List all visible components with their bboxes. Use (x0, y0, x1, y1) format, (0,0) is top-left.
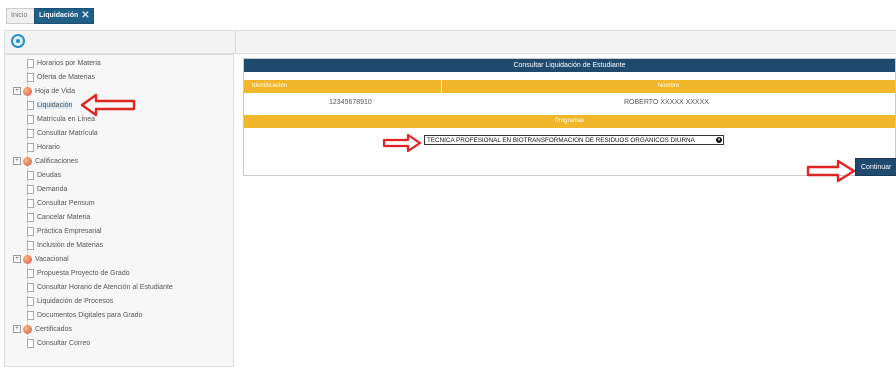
chevron-down-icon: ▾ (716, 137, 722, 143)
program-select-value: TECNICA PROFESIONAL EN BIOTRANSFORMACION… (427, 137, 695, 144)
programas-header: Programas (244, 115, 895, 128)
document-icon (27, 198, 34, 208)
document-icon (27, 128, 34, 138)
arrow-right-icon (806, 159, 856, 183)
sidebar-item[interactable]: + Certificados (13, 324, 72, 336)
document-icon (27, 282, 34, 292)
sidebar-item-label: Liquidación (37, 102, 73, 109)
expand-icon[interactable]: + (13, 87, 21, 96)
document-icon (27, 142, 34, 152)
document-icon (27, 212, 34, 222)
sidebar-item[interactable]: Horarios por Materia (27, 58, 101, 70)
sidebar-item-label: Horario (37, 144, 60, 151)
column-header-identificacion: Identificación (244, 80, 441, 93)
sidebar-item-label: Oferta de Materias (37, 74, 95, 81)
sidebar-item[interactable]: Inclusión de Materias (27, 240, 103, 252)
sidebar-item-label: Práctica Empresarial (37, 228, 102, 235)
sidebar-item-label: Certificados (35, 326, 72, 333)
document-icon (27, 114, 34, 124)
sidebar-item[interactable]: Oferta de Materias (27, 72, 95, 84)
sidebar-item[interactable]: Liquidación (27, 100, 73, 112)
folder-icon (23, 254, 32, 264)
sidebar-item[interactable]: Propuesta Proyecto de Grado (27, 268, 130, 280)
nombre-value: ROBERTO XXXXX XXXXX (624, 99, 709, 106)
expand-icon[interactable]: + (13, 325, 21, 334)
sidebar-item-label: Matrícula en Línea (37, 116, 95, 123)
sidebar-item-label: Calificaciones (35, 158, 79, 165)
sidebar-item[interactable]: Consultar Horario de Atención al Estudia… (27, 282, 173, 294)
document-icon (27, 240, 34, 250)
sidebar-item-label: Propuesta Proyecto de Grado (37, 270, 130, 277)
document-icon (27, 310, 34, 320)
sidebar-item-label: Liquidación de Procesos (37, 298, 114, 305)
column-header-nombre: Nombre (442, 80, 895, 93)
arrow-left-icon (80, 93, 136, 117)
sidebar-item[interactable]: Consultar Correo (27, 338, 90, 350)
document-icon (27, 184, 34, 194)
sidebar-item[interactable]: + Calificaciones (13, 156, 78, 168)
tab-bar: Inicio Liquidación ✕ (0, 0, 896, 28)
main-toolbar (236, 30, 896, 54)
sidebar-item-label: Cancelar Materia (37, 214, 91, 221)
sidebar-item-label: Vacacional (35, 256, 69, 263)
document-icon (27, 58, 34, 68)
identificacion-value: 12345678910 (329, 99, 372, 106)
sidebar-item[interactable]: Deudas (27, 170, 61, 182)
sidebar-item[interactable]: Liquidación de Procesos (27, 296, 113, 308)
sidebar-item-label: Consultar Horario de Atención al Estudia… (37, 284, 173, 291)
document-icon (27, 100, 34, 110)
sidebar-item-label: Consultar Matrícula (37, 130, 98, 137)
tab-liquidacion-label: Liquidación (39, 12, 79, 19)
sidebar-item[interactable]: Práctica Empresarial (27, 226, 102, 238)
folder-icon (23, 86, 32, 96)
sidebar-item-label: Consultar Correo (37, 340, 91, 347)
folder-icon (23, 324, 32, 334)
document-icon (27, 170, 34, 180)
sidebar-item[interactable]: + Hoja de Vida (13, 86, 75, 98)
refresh-icon[interactable] (11, 34, 25, 48)
expand-icon[interactable]: + (13, 255, 21, 264)
document-icon (27, 226, 34, 236)
program-select[interactable]: TECNICA PROFESIONAL EN BIOTRANSFORMACION… (424, 135, 724, 145)
tab-liquidacion[interactable]: Liquidación ✕ (34, 8, 94, 24)
document-icon (27, 72, 34, 82)
sidebar-item[interactable]: Consultar Matrícula (27, 128, 98, 140)
panel-title: Consultar Liquidación de Estudiante (244, 59, 895, 72)
document-icon (27, 296, 34, 306)
sidebar-item[interactable]: + Vacacional (13, 254, 69, 266)
folder-icon (23, 156, 32, 166)
sidebar-item[interactable]: Cancelar Materia (27, 212, 90, 224)
sidebar-item-label: Horarios por Materia (37, 60, 101, 67)
continue-button[interactable]: Continuar (855, 158, 896, 176)
sidebar-item-label: Inclusión de Materias (37, 242, 104, 249)
sidebar-item[interactable]: Demanda (27, 184, 67, 196)
expand-icon[interactable]: + (13, 157, 21, 166)
sidebar-item[interactable]: Consultar Pensum (27, 198, 95, 210)
tab-inicio[interactable]: Inicio (6, 8, 36, 24)
sidebar-item-label: Consultar Pensum (37, 200, 95, 207)
sidebar-item-label: Documentos Digitales para Grado (37, 312, 143, 319)
sidebar-item-label: Deudas (37, 172, 62, 179)
sidebar-item-label: Demanda (37, 186, 68, 193)
liquidacion-panel: Consultar Liquidación de Estudiante Iden… (243, 58, 896, 176)
tab-inicio-label: Inicio (11, 12, 28, 19)
close-icon[interactable]: ✕ (81, 10, 89, 21)
document-icon (27, 338, 34, 348)
sidebar-toolbar (4, 30, 236, 54)
sidebar-item-label: Hoja de Vida (35, 88, 75, 95)
sidebar-item[interactable]: Horario (27, 142, 60, 154)
sidebar-item[interactable]: Documentos Digitales para Grado (27, 310, 142, 322)
document-icon (27, 268, 34, 278)
arrow-right-icon (382, 134, 422, 152)
